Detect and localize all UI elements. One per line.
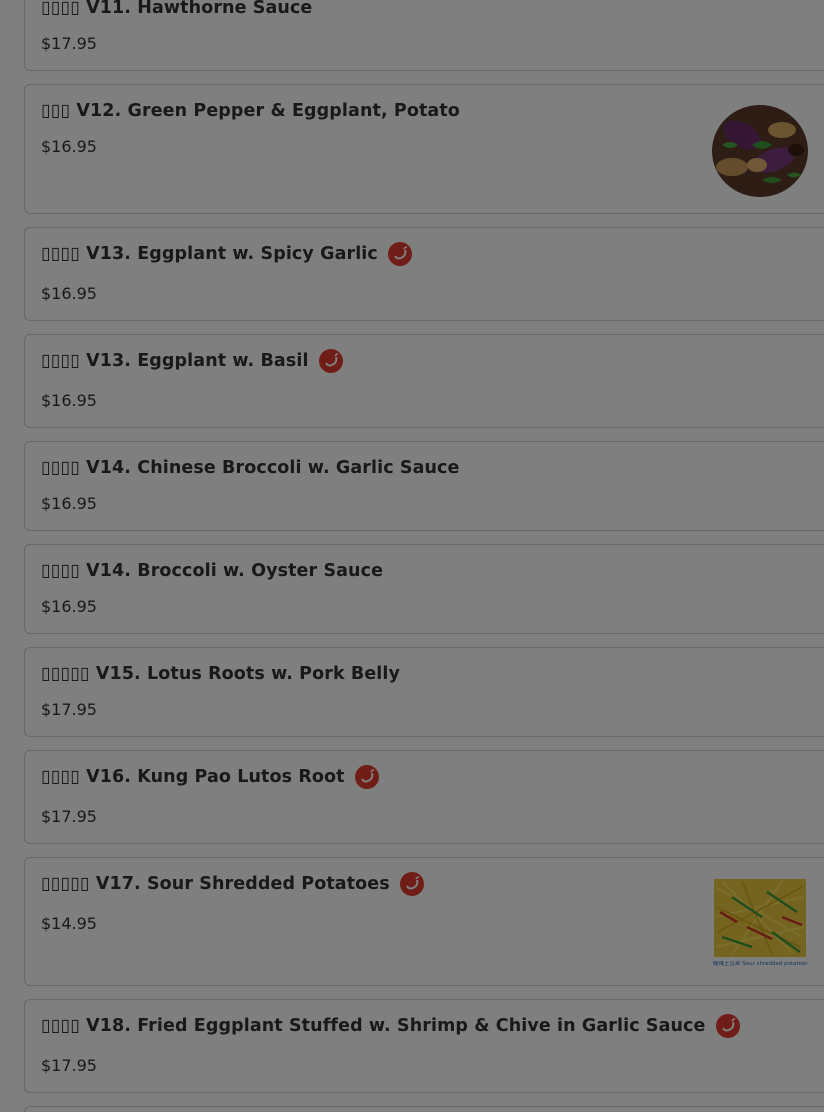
menu-item-price: $17.95 [41, 34, 97, 53]
menu-item-price: $17.95 [41, 807, 97, 826]
menu-item-card[interactable]: ▯▯▯▯ V14. Broccoli w. Oyster Sauce $16.9… [24, 544, 824, 634]
menu-item-name: ▯▯▯▯ V13. Eggplant w. Basil [41, 349, 343, 373]
menu-item-price: $16.95 [41, 284, 97, 303]
potato-photo[interactable]: 酸辣土豆丝 Sour shredded potatoes [712, 877, 808, 969]
menu-item-name: ▯▯▯▯ V18. Fried Eggplant Stuffed w. Shri… [41, 1014, 740, 1038]
menu-item-name-text: ▯▯▯▯ V16. Kung Pao Lutos Root [41, 767, 345, 787]
menu-item-name: ▯▯▯▯ V14. Chinese Broccoli w. Garlic Sau… [41, 458, 459, 478]
menu-item-price: $17.95 [41, 1056, 97, 1075]
chili-pepper-icon [354, 765, 379, 789]
chili-pepper-icon [387, 242, 412, 266]
menu-item-name: ▯▯▯▯ V13. Eggplant w. Spicy Garlic [41, 242, 412, 266]
potato-photo-caption: 酸辣土豆丝 Sour shredded potatoes [713, 961, 807, 967]
menu-item-name-text: ▯▯▯▯▯ V17. Sour Shredded Potatoes [41, 874, 390, 894]
menu-item-card[interactable]: ▯▯▯▯▯ V17. Sour Shredded Potatoes $14.95 [24, 857, 824, 986]
menu-item-name: ▯▯▯▯▯ V17. Sour Shredded Potatoes [41, 872, 424, 896]
menu-item-price: $16.95 [41, 137, 97, 156]
menu-item-card[interactable]: ▯▯▯▯ V13. Eggplant w. Basil $16.95 [24, 334, 824, 428]
menu-item-name-text: ▯▯▯▯▯ V15. Lotus Roots w. Pork Belly [41, 664, 400, 684]
menu-item-price: $14.95 [41, 914, 97, 933]
menu-item-name-text: ▯▯▯▯ V11. Hawthorne Sauce [41, 0, 313, 18]
menu-item-name: ▯▯▯ V12. Green Pepper & Eggplant, Potato [41, 101, 460, 121]
menu-item-card[interactable]: ▯▯▯▯▯ V15. Lotus Roots w. Pork Belly $17… [24, 647, 824, 737]
menu-item-price: $16.95 [41, 597, 97, 616]
menu-item-name-text: ▯▯▯▯ V14. Broccoli w. Oyster Sauce [41, 561, 384, 581]
eggplant-photo[interactable] [712, 105, 808, 197]
menu-item-name-text: ▯▯▯▯ V18. Fried Eggplant Stuffed w. Shri… [41, 1016, 706, 1036]
menu-item-name-text: ▯▯▯▯ V13. Eggplant w. Basil [41, 351, 309, 371]
menu-item-name-text: ▯▯▯▯ V13. Eggplant w. Spicy Garlic [41, 244, 378, 264]
menu-item-card[interactable]: ▯▯▯▯ V11. Hawthorne Sauce $17.95 [24, 0, 824, 71]
menu-item-name-text: ▯▯▯▯ V14. Chinese Broccoli w. Garlic Sau… [41, 458, 460, 478]
chili-pepper-icon [399, 872, 424, 896]
menu-item-price: $17.95 [41, 700, 97, 719]
chili-pepper-icon [715, 1014, 740, 1038]
menu-item-card[interactable] [24, 1106, 824, 1112]
menu-item-name: ▯▯▯▯▯ V15. Lotus Roots w. Pork Belly [41, 664, 400, 684]
menu-item-card[interactable]: ▯▯▯▯ V14. Chinese Broccoli w. Garlic Sau… [24, 441, 824, 531]
menu-item-card[interactable]: ▯▯▯▯ V16. Kung Pao Lutos Root $17.95 [24, 750, 824, 844]
menu-item-name: ▯▯▯▯ V11. Hawthorne Sauce [41, 0, 312, 18]
menu-item-name: ▯▯▯▯ V14. Broccoli w. Oyster Sauce [41, 561, 383, 581]
menu-item-price: $16.95 [41, 494, 97, 513]
menu-item-list: ▯▯▯▯ V11. Hawthorne Sauce $17.95 ▯▯▯ V12… [24, 0, 824, 1112]
menu-item-card[interactable]: ▯▯▯ V12. Green Pepper & Eggplant, Potato… [24, 84, 824, 214]
chili-pepper-icon [318, 349, 343, 373]
menu-item-card[interactable]: ▯▯▯▯ V18. Fried Eggplant Stuffed w. Shri… [24, 999, 824, 1093]
menu-item-name: ▯▯▯▯ V16. Kung Pao Lutos Root [41, 765, 379, 789]
menu-item-price: $16.95 [41, 391, 97, 410]
menu-item-card[interactable]: ▯▯▯▯ V13. Eggplant w. Spicy Garlic $16.9… [24, 227, 824, 321]
menu-item-name-text: ▯▯▯ V12. Green Pepper & Eggplant, Potato [41, 101, 460, 121]
